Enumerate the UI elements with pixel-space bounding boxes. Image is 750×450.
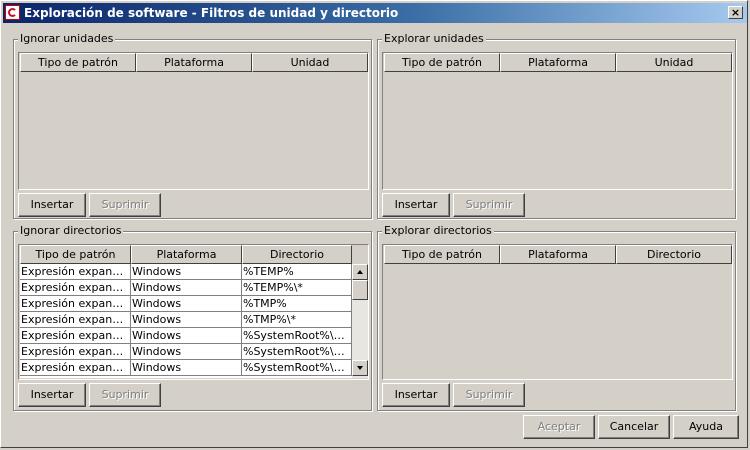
app-icon — [5, 5, 20, 20]
table-cell: Windows — [131, 344, 242, 360]
explore-dirs-delete-button[interactable]: Suprimir — [453, 383, 525, 407]
scroll-down-button[interactable] — [352, 360, 368, 376]
table-cell: Windows — [131, 296, 242, 312]
table-row[interactable]: Expresión expandibl... Windows %TMP%\* — [20, 312, 352, 328]
help-button[interactable]: Ayuda — [673, 415, 739, 439]
table-cell: Expresión expandibl... — [20, 360, 131, 376]
column-header[interactable]: Tipo de patrón — [20, 245, 131, 264]
ignore-dirs-group: Ignorar directorios Tipo de patrón Plata… — [13, 224, 372, 411]
ignore-drives-legend: Ignorar unidades — [18, 32, 116, 45]
table-cell: %TMP%\* — [242, 312, 352, 328]
ignore-drives-insert-button[interactable]: Insertar — [18, 193, 86, 217]
window-title: Exploración de software - Filtros de uni… — [24, 6, 399, 20]
explore-drives-delete-button[interactable]: Suprimir — [453, 193, 525, 217]
scroll-up-button[interactable] — [352, 264, 368, 280]
column-header[interactable]: Tipo de patrón — [384, 245, 500, 264]
table-cell: %TMP% — [242, 296, 352, 312]
column-header[interactable]: Directorio — [616, 245, 732, 264]
explore-drives-table[interactable]: Tipo de patrón Plataforma Unidad — [382, 52, 733, 190]
arrow-up-icon — [357, 270, 363, 274]
table-cell: Windows — [131, 360, 242, 376]
table-cell: Windows — [131, 280, 242, 296]
table-row[interactable]: Expresión expandibl... Windows %TEMP% — [20, 264, 352, 280]
table-cell: Expresión expandibl... — [20, 296, 131, 312]
column-header[interactable]: Unidad — [252, 53, 368, 72]
table-cell: Expresión expandibl... — [20, 280, 131, 296]
table-row[interactable]: Expresión expandibl... Windows %SystemRoot… — [20, 344, 352, 360]
table-row[interactable]: Expresión expandibl... Windows %TEMP%\* — [20, 280, 352, 296]
ignore-dirs-table[interactable]: Tipo de patrón Plataforma Directorio Exp… — [18, 244, 369, 380]
table-cell: Windows — [131, 328, 242, 344]
ignore-dirs-insert-button[interactable]: Insertar — [18, 383, 86, 407]
table-cell: Expresión expandibl... — [20, 312, 131, 328]
explore-dirs-group: Explorar directorios Tipo de patrón Plat… — [377, 224, 736, 411]
title-bar: Exploración de software - Filtros de uni… — [3, 3, 747, 23]
table-cell: %SystemRoot%\Ser... — [242, 344, 352, 360]
table-cell: Expresión expandibl... — [20, 264, 131, 280]
table-cell: Expresión expandibl... — [20, 328, 131, 344]
explore-dirs-insert-button[interactable]: Insertar — [382, 383, 450, 407]
explore-dirs-table[interactable]: Tipo de patrón Plataforma Directorio — [382, 244, 733, 380]
table-cell: Windows — [131, 312, 242, 328]
table-cell: %SystemRoot%\Ser... — [242, 328, 352, 344]
accept-button[interactable]: Aceptar — [523, 415, 595, 439]
explore-drives-legend: Explorar unidades — [382, 32, 486, 45]
scroll-thumb[interactable] — [352, 280, 368, 300]
close-button[interactable]: × — [728, 6, 743, 19]
table-row[interactable]: Expresión expandibl... Windows %SystemRoot… — [20, 360, 352, 376]
column-header[interactable]: Unidad — [616, 53, 732, 72]
ignore-dirs-delete-button[interactable]: Suprimir — [89, 383, 161, 407]
column-header[interactable]: Tipo de patrón — [384, 53, 500, 72]
table-cell: %SystemRoot%\$Nt... — [242, 360, 352, 376]
ignore-drives-table[interactable]: Tipo de patrón Plataforma Unidad — [18, 52, 369, 190]
table-cell: %TEMP%\* — [242, 280, 352, 296]
column-header[interactable]: Plataforma — [136, 53, 252, 72]
ignore-drives-delete-button[interactable]: Suprimir — [89, 193, 161, 217]
column-header[interactable]: Directorio — [242, 245, 352, 264]
vertical-scrollbar[interactable] — [352, 264, 368, 378]
ignore-drives-group: Ignorar unidades Tipo de patrón Platafor… — [13, 32, 372, 219]
ignore-dirs-legend: Ignorar directorios — [18, 224, 124, 237]
dialog-window: Exploración de software - Filtros de uni… — [0, 0, 748, 448]
column-header[interactable]: Plataforma — [500, 245, 616, 264]
arrow-down-icon — [357, 366, 363, 370]
column-header[interactable]: Plataforma — [131, 245, 242, 264]
column-header[interactable]: Tipo de patrón — [20, 53, 136, 72]
table-cell: %TEMP% — [242, 264, 352, 280]
cancel-button[interactable]: Cancelar — [598, 415, 670, 439]
column-header[interactable]: Plataforma — [500, 53, 616, 72]
ignore-dirs-rows: Expresión expandibl... Windows %TEMP% Expre… — [20, 264, 352, 378]
table-cell: Windows — [131, 264, 242, 280]
table-row[interactable]: Expresión expandibl... Windows %SystemRoot… — [20, 328, 352, 344]
explore-drives-group: Explorar unidades Tipo de patrón Platafo… — [377, 32, 736, 219]
table-row[interactable]: Expresión expandibl... Windows %TMP% — [20, 296, 352, 312]
explore-dirs-legend: Explorar directorios — [382, 224, 494, 237]
table-cell: Expresión expandibl... — [20, 344, 131, 360]
explore-drives-insert-button[interactable]: Insertar — [382, 193, 450, 217]
